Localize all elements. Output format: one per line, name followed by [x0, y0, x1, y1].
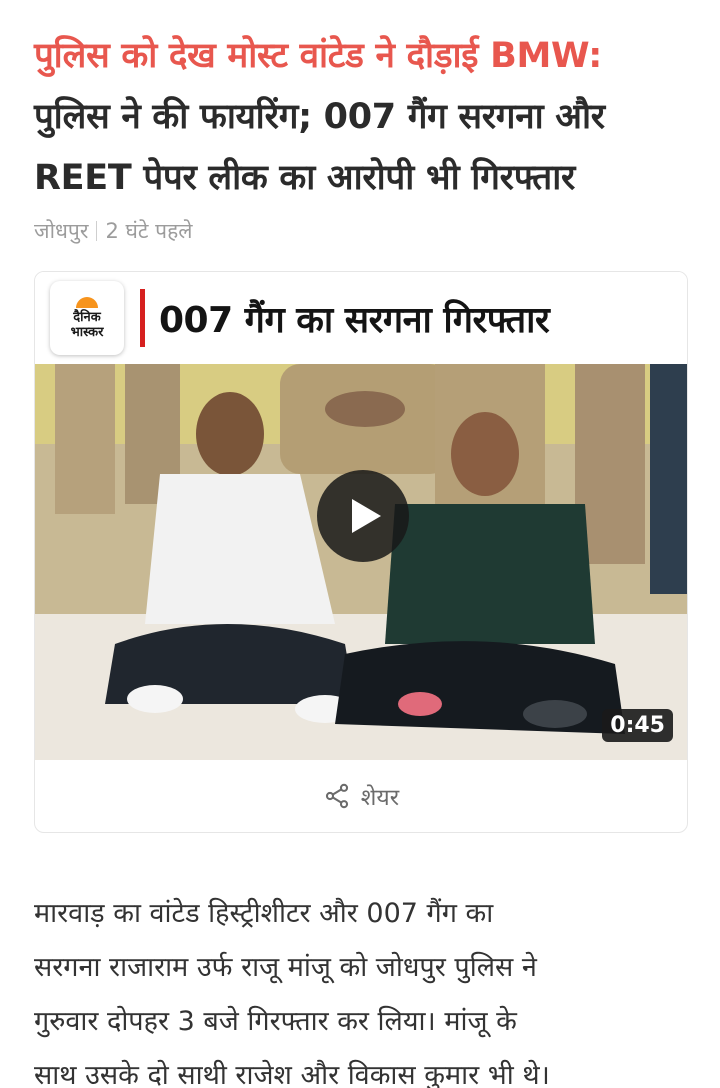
dainik-bhaskar-logo: दैनिक भास्कर [50, 281, 124, 355]
play-icon [352, 499, 381, 533]
headline-line-3: REET पेपर लीक का आरोपी भी गिरफ्तार [34, 158, 575, 198]
article-line: गुरुवार दोपहर 3 बजे गिरफ्तार कर लिया। मा… [34, 1006, 517, 1037]
title-divider-bar [140, 289, 145, 347]
video-thumbnail-image [35, 364, 687, 760]
article-meta: जोधपुर 2 घंटे पहले [34, 213, 686, 249]
share-label: शेयर [360, 785, 400, 811]
article-line: साथ उसके दो साथी राजेश और विकास कुमार भी… [34, 1060, 550, 1088]
video-player[interactable]: 0:45 [35, 364, 687, 760]
article-line: मारवाड़ का वांटेड हिस्ट्रीशीटर और 007 गै… [34, 898, 494, 929]
video-title: 007 गैंग का सरगना गिरफ्तार [159, 299, 550, 341]
article-body: मारवाड़ का वांटेड हिस्ट्रीशीटर और 007 गै… [34, 887, 688, 1088]
timestamp: 2 घंटे पहले [105, 219, 193, 243]
headline-line-2: पुलिस ने की फायरिंग; 007 गैंग सरगना और [34, 97, 605, 137]
location-label[interactable]: जोधपुर [34, 217, 88, 245]
play-button[interactable] [317, 470, 409, 562]
share-icon [325, 783, 348, 809]
logo-text-line2: भास्कर [70, 324, 104, 340]
video-header: दैनिक भास्कर 007 गैंग का सरगना गिरफ्तार [35, 272, 687, 364]
headline: पुलिस को देख मोस्ट वांटेड ने दौड़ाई BMW:… [34, 0, 686, 209]
article-line: सरगना राजाराम उर्फ राजू मांजू को जोधपुर … [34, 952, 537, 983]
logo-sun-icon [76, 296, 98, 308]
share-button[interactable]: शेयर [35, 760, 687, 832]
meta-separator [96, 221, 98, 241]
logo-text-line1: दैनिक [73, 309, 101, 325]
video-duration: 0:45 [602, 709, 673, 742]
video-card: दैनिक भास्कर 007 गैंग का सरगना गिरफ्तार [34, 271, 688, 833]
news-article-page: पुलिस को देख मोस्ट वांटेड ने दौड़ाई BMW:… [0, 0, 720, 1088]
headline-red-line: पुलिस को देख मोस्ट वांटेड ने दौड़ाई BMW: [34, 36, 602, 76]
